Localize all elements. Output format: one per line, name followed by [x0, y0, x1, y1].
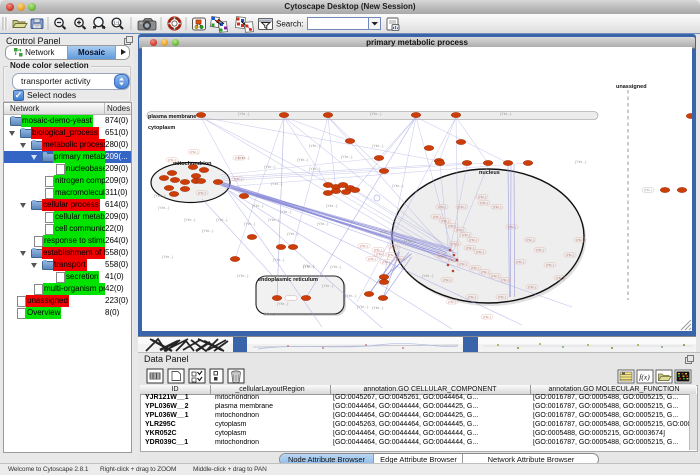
svg-text:(Ybr...): (Ybr...): [264, 312, 276, 316]
svg-text:(Ybr...): (Ybr...): [184, 218, 196, 222]
svg-text:(Ybr..): (Ybr..): [433, 215, 441, 219]
svg-text:(Ybr...): (Ybr...): [202, 229, 214, 233]
svg-text:(Ybr...): (Ybr...): [372, 306, 384, 310]
svg-text:(Ybr..): (Ybr..): [448, 224, 456, 228]
svg-text:(Ybr...): (Ybr...): [237, 274, 249, 278]
svg-text:(Ybr...): (Ybr...): [317, 222, 329, 226]
svg-text:(Ybr..): (Ybr..): [198, 191, 206, 195]
svg-text:(Ybr..): (Ybr..): [234, 177, 242, 181]
svg-text:(Ybr...): (Ybr...): [380, 230, 392, 234]
svg-text:(Ybr...): (Ybr...): [345, 294, 357, 298]
svg-text:(Ybr...): (Ybr...): [341, 155, 353, 159]
svg-text:(Ybr..): (Ybr..): [448, 258, 456, 262]
svg-text:(Ybr...): (Ybr...): [158, 206, 170, 210]
svg-text:Search:: Search:: [276, 20, 304, 29]
svg-text:endoplasmic reticulum: endoplasmic reticulum: [258, 277, 318, 283]
svg-text:(Ybr..): (Ybr..): [360, 244, 368, 248]
svg-text:(Ybr..): (Ybr..): [480, 201, 488, 205]
svg-text:(Ybr...): (Ybr...): [500, 112, 512, 116]
svg-text:(Ybr..): (Ybr..): [459, 262, 467, 266]
svg-text:(Ybr..): (Ybr..): [493, 205, 501, 209]
svg-text:(Ybr...): (Ybr...): [392, 184, 404, 188]
svg-text:(Ybr...): (Ybr...): [154, 194, 166, 198]
svg-text:(Ybr..): (Ybr..): [396, 257, 404, 261]
svg-text:unassigned: unassigned: [616, 84, 647, 90]
svg-text:(Ybr...): (Ybr...): [357, 305, 369, 309]
svg-text:(Ybr..): (Ybr..): [528, 285, 536, 289]
svg-text:(Ybr..): (Ybr..): [498, 295, 506, 299]
svg-text:(Ybr...): (Ybr...): [330, 265, 342, 269]
svg-text:(Ybr..): (Ybr..): [536, 248, 544, 252]
svg-text:(Ybr...): (Ybr...): [162, 255, 174, 259]
svg-text:nucleus: nucleus: [479, 170, 500, 176]
svg-text:(Ybr...): (Ybr...): [309, 144, 321, 148]
svg-text:(Ybr..): (Ybr..): [388, 253, 396, 257]
svg-text:(Ybr..): (Ybr..): [441, 219, 449, 223]
svg-text:(Ybr..): (Ybr..): [478, 195, 486, 199]
svg-text:(Ybr...): (Ybr...): [280, 210, 292, 214]
svg-text:(Ybr..): (Ybr..): [546, 263, 554, 267]
svg-text:(Ybr..): (Ybr..): [390, 245, 398, 249]
svg-text:(Ybr...): (Ybr...): [252, 204, 264, 208]
svg-text:(Ybr..): (Ybr..): [456, 228, 464, 232]
svg-text:(Ybr..): (Ybr..): [469, 238, 477, 242]
svg-text:(Ybr..): (Ybr..): [501, 278, 509, 282]
svg-text:(Ybr..): (Ybr..): [471, 266, 479, 270]
svg-text:(Ybr...): (Ybr...): [268, 218, 280, 222]
svg-text:(Ybr...): (Ybr...): [277, 302, 289, 306]
svg-text:(Ybr..): (Ybr..): [526, 238, 534, 242]
svg-text:(Ybr..): (Ybr..): [368, 257, 376, 261]
svg-text:(Ybr..): (Ybr..): [576, 238, 584, 242]
svg-text:(Ybr..): (Ybr..): [491, 274, 499, 278]
svg-text:(Ybr...): (Ybr...): [322, 284, 334, 288]
svg-text:(Ybr..): (Ybr..): [438, 254, 446, 258]
svg-text:(Ybr..): (Ybr..): [382, 260, 390, 264]
svg-text:(Ybr..): (Ybr..): [443, 278, 451, 282]
svg-text:(Ybr..): (Ybr..): [448, 300, 456, 304]
svg-text:(Ybr..): (Ybr..): [644, 188, 652, 192]
svg-text:(Ybr...): (Ybr...): [575, 160, 587, 164]
svg-text:(Ybr..): (Ybr..): [458, 205, 466, 209]
svg-text:(Ybr..): (Ybr..): [168, 158, 176, 162]
svg-text:(Ybr...): (Ybr...): [264, 165, 276, 169]
svg-text:cytoplasm: cytoplasm: [148, 125, 175, 131]
svg-text:(Ybr...): (Ybr...): [216, 218, 228, 222]
svg-text:(Ybr..): (Ybr..): [190, 150, 198, 154]
svg-text:(Ybr..): (Ybr..): [556, 276, 564, 280]
svg-text:(Ybr..): (Ybr..): [468, 295, 476, 299]
svg-text:f(x): f(x): [639, 373, 650, 382]
svg-text:1:1: 1:1: [113, 20, 120, 25]
svg-text:(Ybr...): (Ybr...): [271, 182, 283, 186]
svg-text:(Ybr...): (Ybr...): [303, 265, 315, 269]
svg-text:(Ybr..): (Ybr..): [476, 250, 484, 254]
svg-text:(Ybr...): (Ybr...): [370, 112, 382, 116]
svg-text:(Ybr..): (Ybr..): [235, 156, 243, 160]
svg-text:(Ybr..): (Ybr..): [438, 205, 446, 209]
svg-text:(Ybr..): (Ybr..): [466, 246, 474, 250]
svg-text:(Ybr...): (Ybr...): [404, 239, 416, 243]
svg-text:(Ybr...): (Ybr...): [238, 112, 250, 116]
svg-text:(Ybr...): (Ybr...): [244, 222, 256, 226]
svg-text:(Ybr...): (Ybr...): [287, 232, 299, 236]
svg-text:(Ybr...): (Ybr...): [372, 144, 384, 148]
svg-text:(Ybr..): (Ybr..): [483, 315, 491, 319]
svg-text:(Ybr...): (Ybr...): [309, 167, 321, 171]
svg-text:(Ybr...): (Ybr...): [297, 158, 309, 162]
svg-text:(Ybr..): (Ybr..): [376, 252, 384, 256]
svg-text:(Ybr..): (Ybr..): [508, 225, 516, 229]
svg-text:(Ybr..): (Ybr..): [566, 253, 574, 257]
svg-text:(Ybr..): (Ybr..): [462, 233, 470, 237]
svg-text:(Ybr..): (Ybr..): [516, 260, 524, 264]
svg-text:(Ybr...): (Ybr...): [273, 258, 285, 262]
svg-text:plasma membrane: plasma membrane: [148, 114, 196, 120]
svg-text:(Ybr...): (Ybr...): [326, 204, 338, 208]
svg-text:(Ybr..): (Ybr..): [481, 270, 489, 274]
svg-text:(Ybr...): (Ybr...): [422, 274, 434, 278]
svg-text:(Ybr..): (Ybr..): [451, 242, 459, 246]
